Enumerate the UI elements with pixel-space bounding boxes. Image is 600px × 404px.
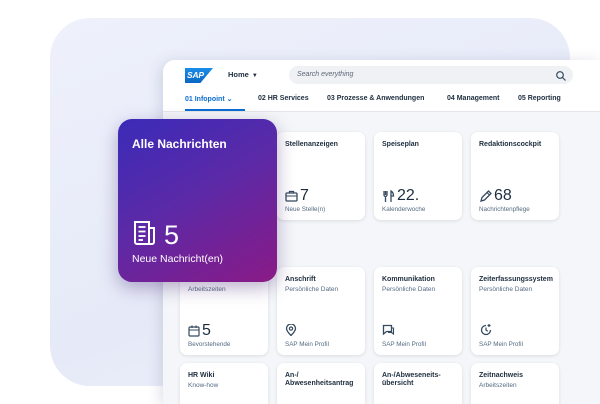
tile-footer: Kalenderwoche — [382, 206, 426, 213]
cutlery-icon — [382, 189, 395, 203]
tab-management[interactable]: 04 Management — [447, 95, 500, 102]
tile-footer: SAP Mein Profil — [382, 341, 426, 348]
tile-anschrift[interactable]: Anschrift Persönliche Daten SAP Mein Pro… — [277, 267, 365, 355]
pencil-icon — [479, 189, 492, 203]
tile-stellenanzeigen[interactable]: Stellenanzeigen 7 Neue Stelle(n) — [277, 132, 365, 220]
chevron-down-icon: ▼ — [251, 73, 258, 79]
clock-icon — [479, 323, 493, 337]
tile-title: Redaktionscockpit — [479, 141, 542, 148]
tile-footer: Neue Stelle(n) — [285, 206, 326, 213]
tile-title: Stellenanzeigen — [285, 141, 338, 148]
featured-title: Alle Nachrichten — [132, 137, 227, 151]
tile-title: An-/Abweseneits- übersicht — [382, 372, 441, 387]
featured-subtitle: Neue Nachricht(en) — [132, 253, 224, 265]
search-placeholder: Search everything — [297, 71, 354, 78]
tile-subtitle: Persönliche Daten — [382, 286, 436, 293]
sap-logo[interactable]: SAP — [185, 68, 213, 83]
tile-title: Speiseplan — [382, 141, 419, 148]
featured-value: 5 — [164, 220, 180, 250]
tile-title: Zeiterfassungssystem — [479, 276, 553, 283]
tab-infopoint[interactable]: 01 Infopoint ⌄ — [185, 95, 233, 103]
tab-hr-services[interactable]: 02 HR Services — [258, 95, 309, 102]
tile-subtitle: Know-how — [188, 382, 219, 389]
tile-footer: Nachrichtenpflege — [479, 206, 530, 213]
tile-footer: Bevorstehende — [188, 341, 231, 348]
home-label: Home — [228, 70, 249, 79]
tile-zeitnachweis[interactable]: Zeitnachweis Arbeitszeiten — [471, 363, 559, 404]
tile-hr-wiki[interactable]: HR Wiki Know-how — [180, 363, 268, 404]
tab-reporting[interactable]: 05 Reporting — [518, 95, 561, 102]
tile-abwesenheitsantrag[interactable]: An-/ Abwesenheitsantrag — [277, 363, 365, 404]
chevron-down-icon: ⌄ — [226, 96, 233, 103]
tile-alle-nachrichten[interactable]: Alle Nachrichten 5 Neue Nachricht(en) — [118, 119, 277, 282]
tile-value: 22. — [397, 187, 420, 204]
tile-value: 5 — [202, 322, 211, 339]
tile-footer: SAP Mein Profil — [285, 341, 329, 348]
search-icon[interactable] — [555, 69, 567, 81]
tile-subtitle: Persönliche Daten — [285, 286, 339, 293]
tile-footer: SAP Mein Profil — [479, 341, 523, 348]
tile-title: Kommunikation — [382, 276, 435, 283]
tile-title: An-/ Abwesenheitsantrag — [285, 372, 354, 387]
home-menu[interactable]: Home ▼ — [228, 70, 258, 79]
tab-prozesse[interactable]: 03 Prozesse & Anwendungen — [327, 95, 424, 102]
tile-zeiterfassungssystem[interactable]: Zeiterfassungssystem Persönliche Daten S… — [471, 267, 559, 355]
calendar-icon — [188, 325, 200, 337]
search-input[interactable]: Search everything — [289, 66, 573, 84]
tile-subtitle: Arbeitszeiten — [188, 286, 226, 293]
tile-redaktionscockpit[interactable]: Redaktionscockpit 68 Nachrichtenpflege — [471, 132, 559, 220]
tile-title: Anschrift — [285, 276, 316, 283]
tile-title: Zeitnachweis — [479, 372, 523, 379]
tile-subtitle: Arbeitszeiten — [479, 382, 517, 389]
tile-subtitle: Persönliche Daten — [479, 286, 533, 293]
tab-label: 01 Infopoint — [185, 96, 225, 103]
tile-value: 7 — [300, 187, 309, 204]
tile-value: 68 — [494, 187, 512, 204]
tab-bar: 01 Infopoint ⌄ 02 HR Services 03 Prozess… — [163, 90, 600, 112]
chat-icon — [382, 324, 395, 336]
shell-bar: SAP Home ▼ Search everything — [163, 60, 600, 90]
location-icon — [285, 324, 297, 336]
tile-speiseplan[interactable]: Speiseplan 22. Kalenderwoche — [374, 132, 462, 220]
news-icon — [132, 220, 158, 251]
tile-abwesenheitsuebersicht[interactable]: An-/Abweseneits- übersicht — [374, 363, 462, 404]
briefcase-icon — [285, 190, 298, 202]
tile-kommunikation[interactable]: Kommunikation Persönliche Daten SAP Mein… — [374, 267, 462, 355]
active-tab-indicator — [185, 109, 245, 111]
tile-title: HR Wiki — [188, 372, 215, 379]
